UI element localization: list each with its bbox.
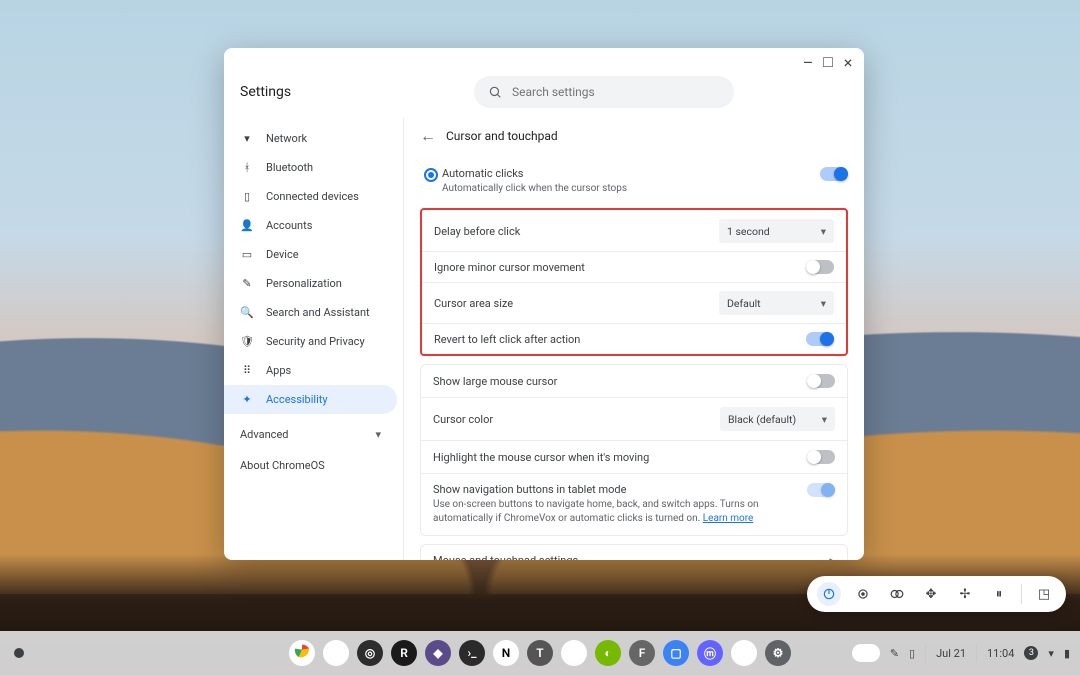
sidebar-item-device[interactable]: ▭Device [224,240,397,269]
settings-window: – □ × Settings ▾Network ᚼBluetooth ▯Conn… [224,48,864,560]
sidebar-item-apps[interactable]: ⠿Apps [224,356,397,385]
chevron-right-icon: ▸ [829,554,835,560]
launcher-button[interactable] [14,648,24,658]
bluetooth-icon: ᚼ [240,161,254,174]
shelf-apps: ▶ ◎ R ◆ ›_ N T ◆ ◐ F ▢ ⓜ ◉ ⚙ [289,640,791,666]
chevron-down-icon: ▾ [375,428,381,441]
brush-icon: ✎ [240,277,254,290]
automatic-clicks-radio[interactable] [424,168,438,182]
shield-icon: 🛡 [240,335,254,348]
maximize-button[interactable]: □ [822,56,834,68]
highlight-cursor-toggle[interactable] [807,450,835,464]
automatic-clicks-sub: Automatically click when the cursor stop… [442,182,820,196]
page-title: Cursor and touchpad [446,129,558,143]
sidebar-about[interactable]: About ChromeOS [224,449,397,482]
chevron-down-icon: ▾ [821,297,826,310]
sidebar-advanced[interactable]: Advanced▾ [224,420,397,449]
highlighted-section: Delay before click 1 second▾ Ignore mino… [420,208,848,356]
app-icon-14[interactable]: ◉ [731,640,757,666]
sidebar-item-security-privacy[interactable]: 🛡Security and Privacy [224,327,397,356]
sidebar-item-personalization[interactable]: ✎Personalization [224,269,397,298]
settings-header: Settings [224,76,864,118]
laptop-icon: ▭ [240,248,254,261]
apps-grid-icon: ⠿ [240,364,254,377]
app-icon-12[interactable]: ▢ [663,640,689,666]
back-button[interactable]: ← [420,126,436,146]
chevron-down-icon: ▾ [821,225,826,238]
position-icon[interactable]: ◳ [1032,582,1056,606]
cursor-color-select[interactable]: Black (default)▾ [720,407,835,431]
wifi-tray-icon: ▾ [1048,647,1054,660]
tablet-nav-toggle[interactable] [807,483,835,497]
left-click-icon[interactable] [817,582,841,606]
search-icon [488,85,502,99]
app-icon-f[interactable]: F [629,640,655,666]
search-field[interactable] [474,76,734,108]
automatic-clicks-label: Automatic clicks [442,167,820,180]
mouse-touchpad-link[interactable]: Mouse and touchpad settings ▸ [421,545,847,560]
app-icon-t[interactable]: T [527,640,553,666]
app-icon-5[interactable]: ◆ [425,640,451,666]
right-click-icon[interactable] [851,582,875,606]
app-icon-r[interactable]: R [391,640,417,666]
scroll-icon[interactable]: ✢ [953,582,977,606]
drag-icon[interactable]: ✥ [919,582,943,606]
play-store-icon[interactable]: ▶ [323,640,349,666]
app-title: Settings [240,84,390,100]
accessibility-icon: ✦ [240,393,254,406]
sidebar-item-network[interactable]: ▾Network [224,124,397,153]
stylus-icon[interactable]: ✎ [890,647,899,660]
notion-icon[interactable]: N [493,640,519,666]
large-cursor-label: Show large mouse cursor [433,375,807,388]
sidebar-item-accounts[interactable]: 👤Accounts [224,211,397,240]
window-titlebar: – □ × [224,48,864,76]
notification-badge[interactable]: 3 [1024,646,1038,660]
sidebar-item-bluetooth[interactable]: ᚼBluetooth [224,153,397,182]
double-click-icon[interactable] [885,582,909,606]
delay-select[interactable]: 1 second▾ [719,219,834,243]
cursor-area-select[interactable]: Default▾ [719,291,834,315]
sidebar: ▾Network ᚼBluetooth ▯Connected devices 👤… [224,118,404,560]
revert-toggle[interactable] [806,332,834,346]
large-cursor-toggle[interactable] [807,374,835,388]
ignore-movement-toggle[interactable] [806,260,834,274]
learn-more-link[interactable]: Learn more [703,513,754,524]
delay-label: Delay before click [434,225,719,238]
cursor-color-label: Cursor color [433,413,720,426]
sidebar-item-search-assistant[interactable]: 🔍Search and Assistant [224,298,397,327]
weather-icon [852,644,880,662]
highlight-cursor-label: Highlight the mouse cursor when it's mov… [433,451,807,464]
magnifier-icon: 🔍 [240,306,254,319]
minimize-button[interactable]: – [802,56,814,68]
terminal-icon[interactable]: ›_ [459,640,485,666]
content-area: ← Cursor and touchpad Automatic clicks A… [404,118,864,560]
tray-date: Jul 21 [936,647,966,660]
automatic-clicks-toggle[interactable] [820,167,848,181]
tablet-mode-icon[interactable]: ▯ [909,647,915,660]
pause-icon[interactable]: ⏸ [987,582,1011,606]
tray-time: 11:04 [987,647,1014,660]
search-input[interactable] [512,85,720,99]
shelf: ▶ ◎ R ◆ ›_ N T ◆ ◐ F ▢ ⓜ ◉ ⚙ ✎ ▯ Jul 21 … [0,631,1080,675]
phone-icon: ▯ [240,190,254,203]
chrome-icon[interactable] [289,640,315,666]
person-icon: 👤 [240,219,254,232]
settings-shelf-icon[interactable]: ⚙ [765,640,791,666]
app-icon-3[interactable]: ◎ [357,640,383,666]
tablet-nav-label: Show navigation buttons in tablet mode [433,483,807,496]
sidebar-item-connected-devices[interactable]: ▯Connected devices [224,182,397,211]
chevron-down-icon: ▾ [822,413,827,426]
autoclick-action-panel: ✥ ✢ ⏸ ◳ [807,576,1066,612]
battery-tray-icon: ▮ [1064,647,1070,660]
sidebar-item-accessibility[interactable]: ✦Accessibility [224,385,397,414]
app-icon-9[interactable]: ◆ [561,640,587,666]
close-button[interactable]: × [842,56,854,68]
system-tray[interactable]: ✎ ▯ Jul 21 11:04 3 ▾ ▮ [852,644,1070,662]
mastodon-icon[interactable]: ⓜ [697,640,723,666]
wifi-icon: ▾ [240,132,254,145]
nvidia-icon[interactable]: ◐ [595,640,621,666]
cursor-area-label: Cursor area size [434,297,719,310]
revert-label: Revert to left click after action [434,333,806,346]
ignore-movement-label: Ignore minor cursor movement [434,261,806,274]
